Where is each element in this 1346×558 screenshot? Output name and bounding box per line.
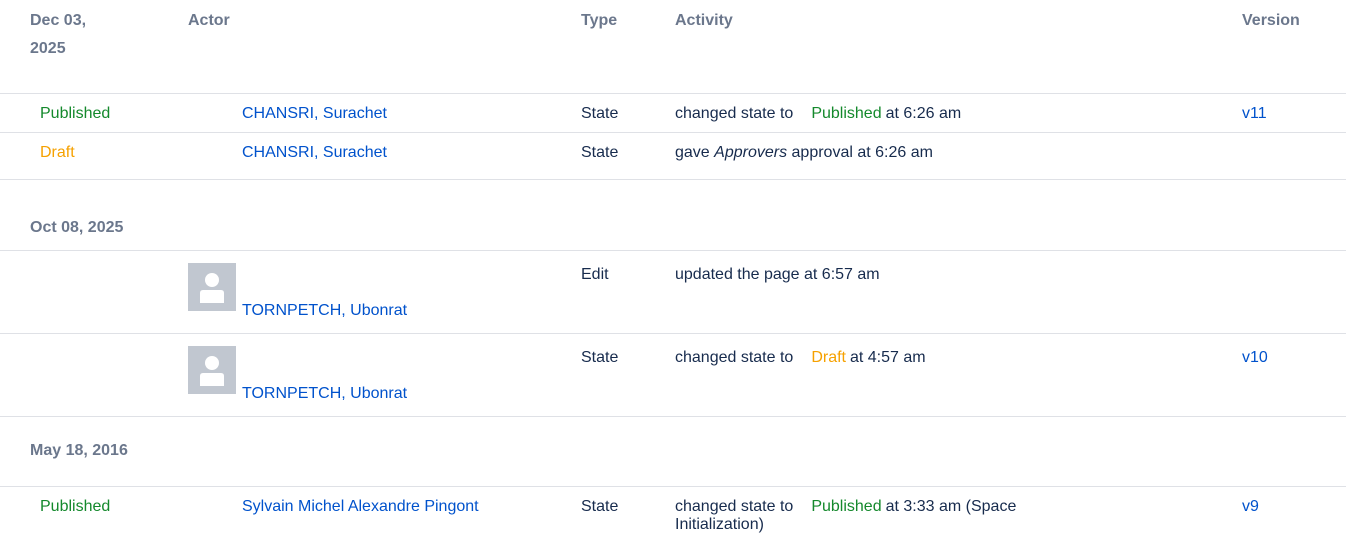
activity-prefix: gave <box>675 144 710 161</box>
date-group-label: Oct 08, 2025 <box>30 219 124 236</box>
table-header-row: Dec 03, 2025 Actor Type Activity Version <box>0 0 1346 94</box>
activity-state: Published <box>811 498 882 515</box>
actor-link[interactable]: TORNPETCH, Ubonrat <box>242 384 407 404</box>
type-label: State <box>581 349 619 366</box>
activity-suffix: at 6:26 am <box>885 105 962 122</box>
page-history-table: Dec 03, 2025 Actor Type Activity Version… <box>0 0 1346 558</box>
activity-state: Draft <box>811 349 846 366</box>
activity-suffix: at 4:57 am <box>849 349 926 366</box>
activity-prefix: changed state to <box>675 105 794 122</box>
user-silhouette-icon <box>188 263 236 311</box>
table-row: Draft CHANSRI, Surachet State gave Appro… <box>0 133 1346 180</box>
type-label: State <box>581 498 619 515</box>
activity-text: changed state to Published at 3:33 am (Spa… <box>675 497 1145 533</box>
activity-prefix: changed state to <box>675 349 794 366</box>
date-group-label: May 18, 2016 <box>30 442 128 459</box>
version-link[interactable]: v10 <box>1242 348 1268 368</box>
user-silhouette-icon <box>188 346 236 394</box>
actor-link[interactable]: CHANSRI, Surachet <box>242 104 387 124</box>
date-group-row: May 18, 2016 <box>0 417 1346 487</box>
actor-link[interactable]: CHANSRI, Surachet <box>242 143 387 163</box>
actor-link[interactable]: Sylvain Michel Alexandre Pingont <box>242 497 479 517</box>
state-label: Draft <box>40 144 75 161</box>
date-group-row: Oct 08, 2025 <box>0 180 1346 251</box>
type-column-header: Type <box>581 12 618 29</box>
activity-prefix: changed state to <box>675 498 794 515</box>
activity-suffix: at 3:33 am (Space <box>885 498 1017 515</box>
activity-continuation: Initialization) <box>675 516 764 533</box>
activity-text: gave Approvers approval at 6:26 am <box>675 143 1145 163</box>
version-column-header: Version <box>1242 12 1300 29</box>
state-label: Published <box>40 105 111 122</box>
default-user-avatar-icon[interactable] <box>188 263 236 311</box>
state-label: Published <box>40 498 111 515</box>
activity-suffix: approval at 6:26 am <box>791 144 933 161</box>
actor-column-header: Actor <box>188 12 230 29</box>
date-line-2: 2025 <box>30 40 66 57</box>
date-group-header: Dec 03, 2025 <box>30 11 86 59</box>
type-label: Edit <box>581 266 609 283</box>
version-link[interactable]: v9 <box>1242 497 1259 517</box>
table-row: Published Sylvain Michel Alexandre Pingo… <box>0 487 1346 558</box>
actor-link[interactable]: TORNPETCH, Ubonrat <box>242 301 407 321</box>
activity-role: Approvers <box>714 144 788 161</box>
version-link[interactable]: v11 <box>1242 104 1267 124</box>
activity-state: Published <box>811 105 882 122</box>
activity-text: changed state to Published at 6:26 am <box>675 104 1145 124</box>
activity-text: changed state to Draft at 4:57 am <box>675 348 1145 368</box>
activity-text: updated the page at 6:57 am <box>675 266 880 283</box>
table-row: Published CHANSRI, Surachet State change… <box>0 94 1346 133</box>
table-row: TORNPETCH, Ubonrat State changed state t… <box>0 334 1346 417</box>
table-row: TORNPETCH, Ubonrat Edit updated the page… <box>0 251 1346 334</box>
type-label: State <box>581 105 619 122</box>
default-user-avatar-icon[interactable] <box>188 346 236 394</box>
date-line-1: Dec 03, <box>30 12 87 29</box>
type-label: State <box>581 144 619 161</box>
activity-column-header: Activity <box>675 12 733 29</box>
